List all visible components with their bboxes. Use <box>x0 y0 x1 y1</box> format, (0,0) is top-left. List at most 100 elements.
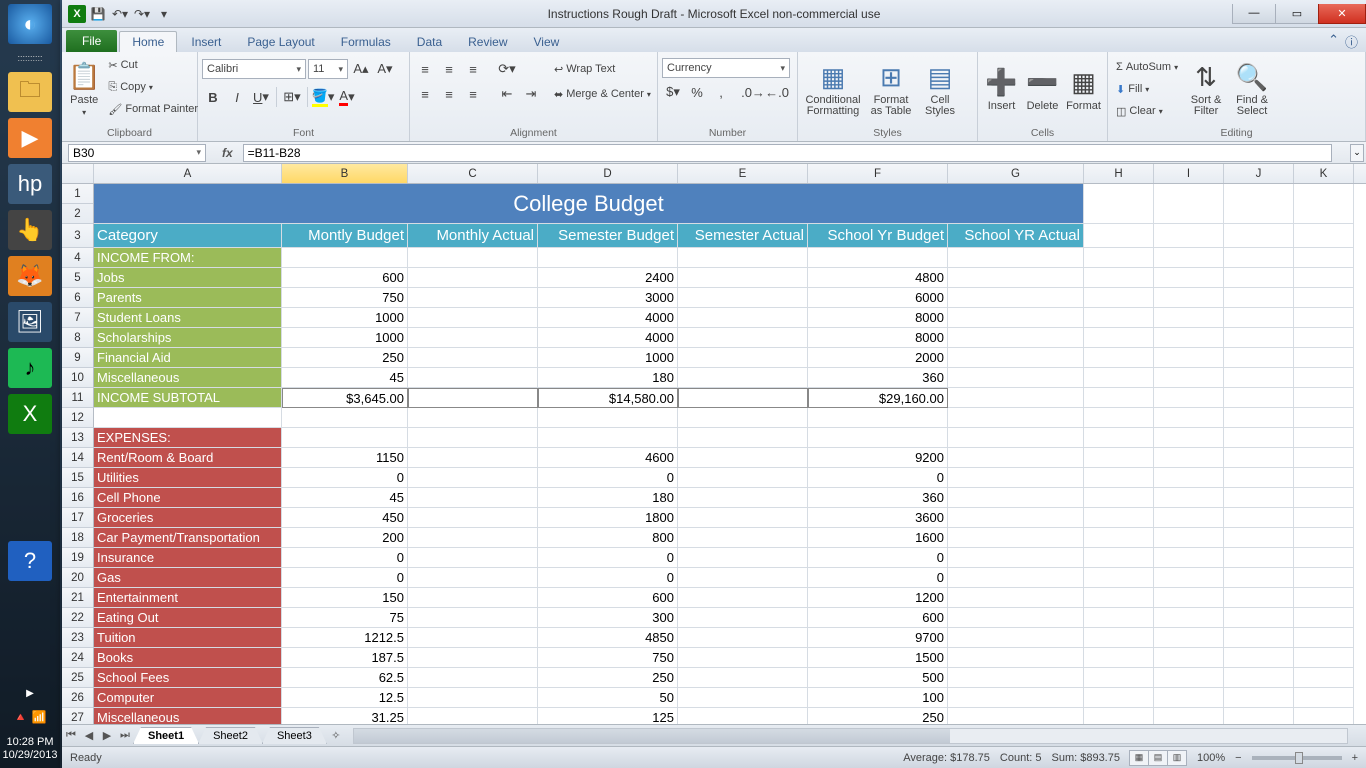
cell[interactable]: Category <box>94 224 282 248</box>
format-painter-button[interactable]: 🖌Format Painter <box>104 98 202 120</box>
name-box[interactable]: B30▾ <box>68 144 206 162</box>
select-all-corner[interactable] <box>62 164 94 183</box>
percent-format-icon[interactable]: % <box>686 81 708 103</box>
row-header[interactable]: 12 <box>62 184 94 224</box>
cell[interactable]: Eating Out <box>94 608 282 628</box>
bold-button[interactable]: B <box>202 86 224 108</box>
cell[interactable] <box>282 248 408 268</box>
fill-color-button[interactable]: 🪣▾ <box>312 86 334 108</box>
cell[interactable]: Scholarships <box>94 328 282 348</box>
cell[interactable]: School YR Actual <box>948 224 1084 248</box>
fx-icon[interactable]: fx <box>216 146 239 160</box>
cell[interactable] <box>1154 608 1224 628</box>
cell[interactable] <box>408 668 538 688</box>
cell[interactable] <box>408 628 538 648</box>
system-tray[interactable]: 🔺 📶 <box>9 708 50 726</box>
help-icon[interactable]: ? <box>8 541 52 581</box>
cell[interactable] <box>808 428 948 448</box>
cell[interactable]: 250 <box>538 668 678 688</box>
cell[interactable] <box>1294 588 1354 608</box>
cell[interactable]: Insurance <box>94 548 282 568</box>
wrap-text-button[interactable]: ↩Wrap Text <box>550 58 655 80</box>
cell[interactable]: 45 <box>282 488 408 508</box>
cell[interactable]: 1000 <box>538 348 678 368</box>
cell[interactable] <box>1084 408 1154 428</box>
cell[interactable]: 250 <box>282 348 408 368</box>
cell[interactable]: Tuition <box>94 628 282 648</box>
cell[interactable] <box>408 488 538 508</box>
cell[interactable] <box>948 688 1084 708</box>
cell[interactable] <box>1154 648 1224 668</box>
cell[interactable] <box>948 608 1084 628</box>
cell[interactable] <box>1294 224 1354 248</box>
underline-button[interactable]: U▾ <box>250 86 272 108</box>
cell[interactable]: 1200 <box>808 588 948 608</box>
delete-cells-button[interactable]: ➖Delete <box>1023 54 1062 124</box>
cell[interactable] <box>1294 428 1354 448</box>
cell[interactable] <box>678 608 808 628</box>
cell[interactable]: 187.5 <box>282 648 408 668</box>
sheet-nav-next-icon[interactable]: ▶ <box>98 727 116 745</box>
cell[interactable]: EXPENSES: <box>94 428 282 448</box>
cell[interactable] <box>1224 268 1294 288</box>
system-clock[interactable]: 10:28 PM 10/29/2013 <box>0 732 59 768</box>
cell[interactable] <box>408 588 538 608</box>
cell[interactable]: School Yr Budget <box>808 224 948 248</box>
cell[interactable] <box>808 408 948 428</box>
column-header[interactable]: I <box>1154 164 1224 183</box>
zoom-thumb[interactable] <box>1295 752 1303 764</box>
tab-home[interactable]: Home <box>119 31 177 52</box>
cell[interactable]: 0 <box>808 568 948 588</box>
cell[interactable] <box>678 488 808 508</box>
decrease-indent-icon[interactable]: ⇤ <box>496 83 518 105</box>
cell[interactable]: 0 <box>282 548 408 568</box>
cell[interactable]: 750 <box>538 648 678 668</box>
font-name-combo[interactable]: Calibri▾ <box>202 59 306 79</box>
cell-styles-button[interactable]: ▤Cell Styles <box>918 54 962 124</box>
accounting-format-icon[interactable]: $▾ <box>662 81 684 103</box>
row-header[interactable]: 27 <box>62 708 94 724</box>
row-header[interactable]: 5 <box>62 268 94 288</box>
cell[interactable]: Jobs <box>94 268 282 288</box>
row-header[interactable]: 14 <box>62 448 94 468</box>
tab-page-layout[interactable]: Page Layout <box>235 32 326 52</box>
cell[interactable] <box>1224 568 1294 588</box>
insert-cells-button[interactable]: ➕Insert <box>982 54 1021 124</box>
cell[interactable]: 9700 <box>808 628 948 648</box>
cell[interactable]: 750 <box>282 288 408 308</box>
cell[interactable]: 0 <box>538 468 678 488</box>
cell[interactable] <box>678 388 808 408</box>
minimize-button[interactable]: — <box>1232 4 1276 24</box>
cell[interactable] <box>1154 588 1224 608</box>
cell[interactable] <box>1224 688 1294 708</box>
cell[interactable] <box>948 368 1084 388</box>
cell[interactable] <box>1154 508 1224 528</box>
cell[interactable]: 0 <box>282 468 408 488</box>
cell[interactable]: 200 <box>282 528 408 548</box>
column-header[interactable]: A <box>94 164 282 183</box>
cell[interactable] <box>1084 668 1154 688</box>
cell[interactable] <box>1224 628 1294 648</box>
cell[interactable] <box>1224 248 1294 268</box>
cell[interactable] <box>408 448 538 468</box>
cell[interactable] <box>948 388 1084 408</box>
cell[interactable]: Books <box>94 648 282 668</box>
cell[interactable] <box>948 268 1084 288</box>
align-bottom-icon[interactable]: ≡ <box>462 58 484 80</box>
cell[interactable] <box>948 348 1084 368</box>
cell[interactable] <box>1224 408 1294 428</box>
cell[interactable] <box>1224 388 1294 408</box>
column-header[interactable]: F <box>808 164 948 183</box>
cell[interactable]: 75 <box>282 608 408 628</box>
cell[interactable] <box>408 268 538 288</box>
cell[interactable] <box>408 308 538 328</box>
cell[interactable]: School Fees <box>94 668 282 688</box>
cell[interactable] <box>1294 528 1354 548</box>
cell[interactable]: 45 <box>282 368 408 388</box>
cell[interactable] <box>1224 488 1294 508</box>
cell[interactable] <box>1154 548 1224 568</box>
font-size-combo[interactable]: 11▾ <box>308 59 348 79</box>
cell[interactable] <box>1084 288 1154 308</box>
cell[interactable]: $14,580.00 <box>538 388 678 408</box>
new-sheet-icon[interactable]: ✧ <box>327 727 345 745</box>
